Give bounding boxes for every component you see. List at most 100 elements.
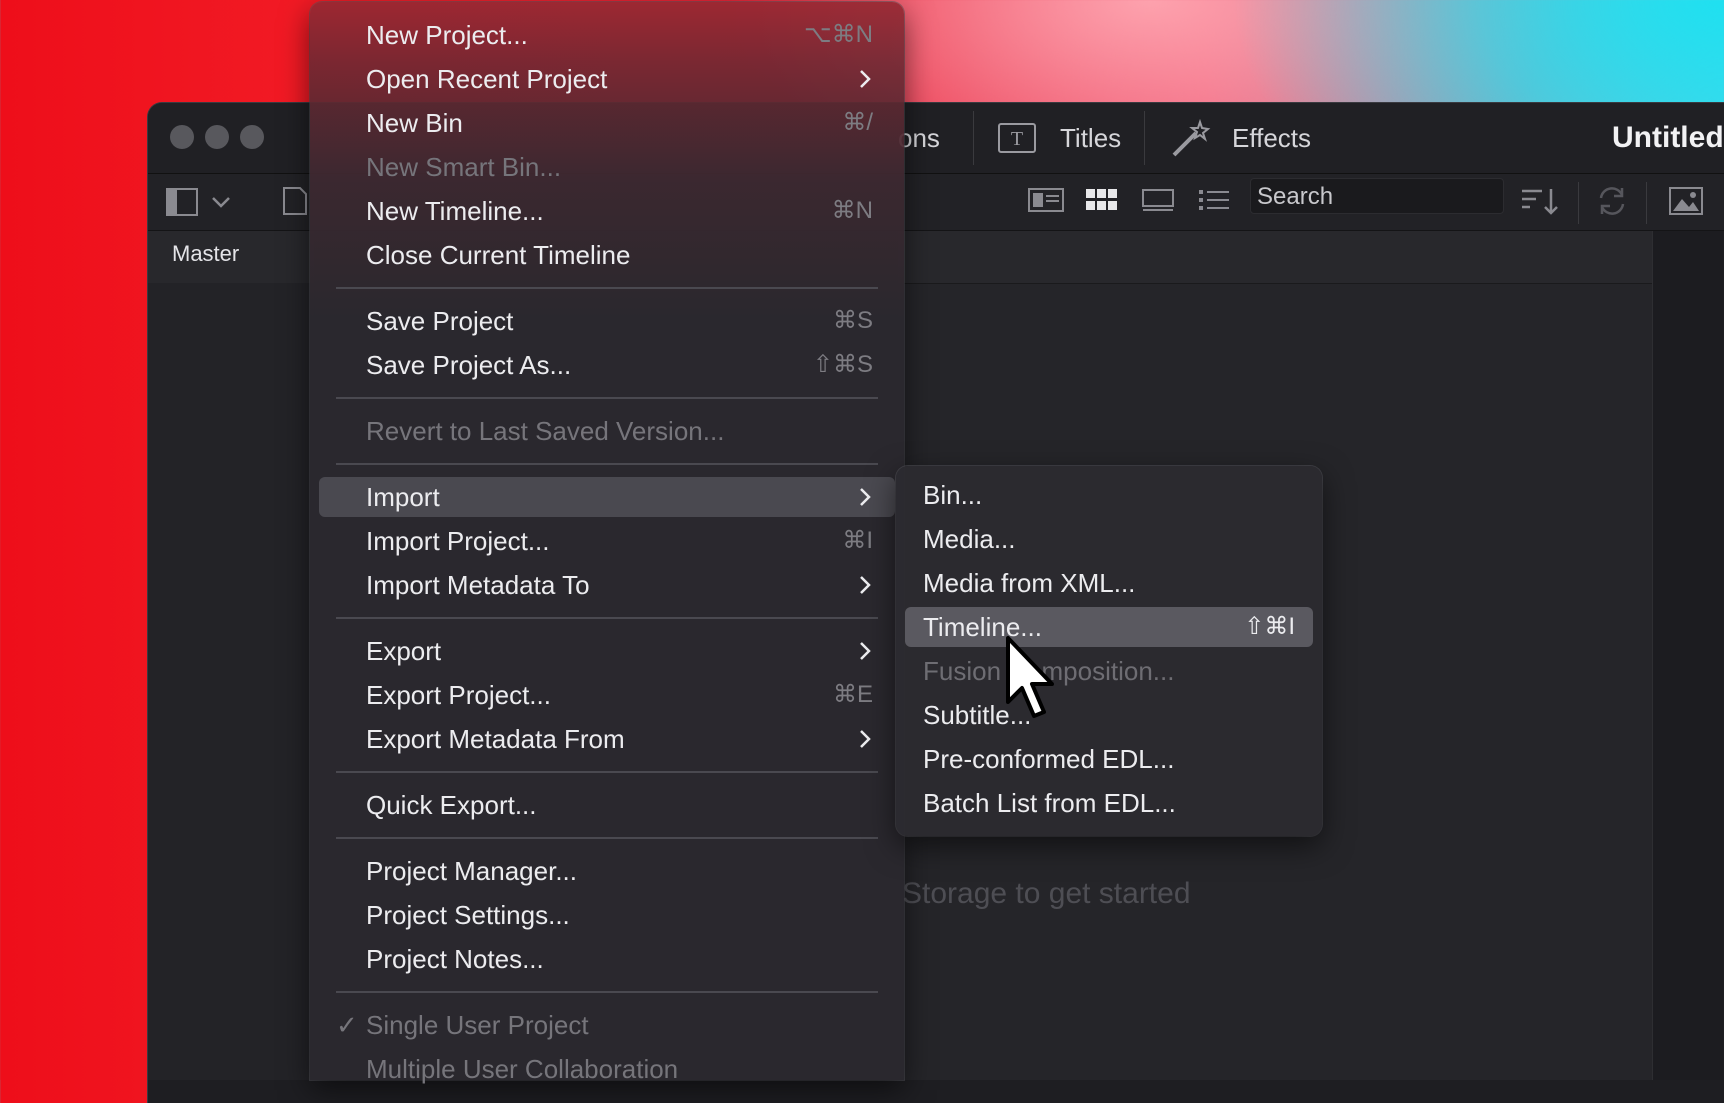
zoom-window-button[interactable] (240, 125, 264, 149)
submenu-item-pre-conformed-edl[interactable]: Pre-conformed EDL... (905, 739, 1313, 779)
menu-item-revert-to-last-saved: Revert to Last Saved Version... (319, 411, 895, 451)
new-bin-icon[interactable] (282, 186, 308, 216)
metadata-view-icon[interactable] (1028, 186, 1064, 214)
shortcut-label: ⌘N (831, 197, 873, 224)
menu-item-label: Export Project... (366, 680, 551, 710)
chevron-right-icon (860, 70, 871, 88)
menu-item-label: New Smart Bin... (366, 152, 562, 182)
menu-item-new-smart-bin: New Smart Bin... (319, 147, 895, 187)
tab-effects[interactable]: Effects (1232, 123, 1311, 154)
list-view-icon[interactable] (1196, 186, 1232, 214)
menu-item-label: Pre-conformed EDL... (923, 744, 1175, 774)
chevron-right-icon (860, 730, 871, 748)
effects-wand-icon[interactable] (1170, 119, 1212, 159)
shortcut-label: ⌘S (832, 307, 873, 334)
menu-item-quick-export[interactable]: Quick Export... (319, 785, 895, 825)
menu-item-save-project[interactable]: Save Project ⌘S (319, 301, 895, 341)
submenu-item-media[interactable]: Media... (905, 519, 1313, 559)
thumbnail-view-icon[interactable] (1084, 186, 1120, 214)
toolbar-divider (973, 111, 974, 165)
submenu-item-bin[interactable]: Bin... (905, 475, 1313, 515)
search-input[interactable]: Search (1250, 178, 1504, 214)
sidebar-toggle-icon[interactable] (166, 188, 198, 216)
menu-item-new-project[interactable]: New Project... ⌥⌘N (319, 15, 895, 55)
tab-transitions[interactable]: ons (898, 123, 940, 154)
bin-list-header: Master (148, 231, 314, 283)
shortcut-label: ⌥⌘N (804, 21, 873, 48)
submenu-item-timeline[interactable]: Timeline... ⇧⌘I (905, 607, 1313, 647)
chevron-right-icon (860, 642, 871, 660)
menu-item-label: Open Recent Project (366, 64, 608, 94)
menu-item-label: Import (366, 482, 440, 512)
shortcut-label: ⌘E (832, 681, 873, 708)
menu-item-label: Multiple User Collaboration (366, 1054, 679, 1084)
toolbar-divider (1578, 182, 1579, 224)
menu-item-label: Quick Export... (366, 790, 537, 820)
sort-icon[interactable] (1520, 184, 1560, 218)
shortcut-label: ⇧⌘S (812, 351, 873, 378)
media-pool-content-header (898, 231, 1652, 284)
menu-item-label: Revert to Last Saved Version... (366, 416, 725, 446)
menu-item-new-timeline[interactable]: New Timeline... ⌘N (319, 191, 895, 231)
bin-list-panel (148, 283, 315, 1080)
menu-item-close-current-timeline[interactable]: Close Current Timeline (319, 235, 895, 275)
svg-text:T: T (1011, 128, 1023, 150)
menu-item-label: Close Current Timeline (366, 240, 631, 270)
menu-item-label: Import Metadata To (366, 570, 590, 600)
image-viewer-icon[interactable] (1668, 186, 1704, 216)
menu-divider (336, 771, 878, 773)
mouse-pointer-icon (1006, 636, 1054, 718)
menu-item-export-metadata-from[interactable]: Export Metadata From (319, 719, 895, 759)
menu-divider (336, 463, 878, 465)
file-menu: New Project... ⌥⌘N Open Recent Project N… (310, 2, 904, 1084)
submenu-item-batch-list-from-edl[interactable]: Batch List from EDL... (905, 783, 1313, 823)
menu-item-label: Bin... (923, 480, 983, 510)
project-title: Untitled (1612, 121, 1724, 154)
tab-titles[interactable]: Titles (1060, 123, 1121, 154)
menu-item-label: New Timeline... (366, 196, 544, 226)
menu-item-single-user-project: ✓ Single User Project (319, 1005, 895, 1045)
import-submenu: Bin... Media... Media from XML... Timeli… (896, 466, 1322, 836)
menu-divider (336, 617, 878, 619)
menu-divider (336, 397, 878, 399)
chevron-right-icon (860, 576, 871, 594)
filmstrip-view-icon[interactable] (1140, 186, 1176, 214)
menu-item-export[interactable]: Export (319, 631, 895, 671)
menu-item-import-metadata-to[interactable]: Import Metadata To (319, 565, 895, 605)
menu-item-project-settings[interactable]: Project Settings... (319, 895, 895, 935)
menu-item-save-project-as[interactable]: Save Project As... ⇧⌘S (319, 345, 895, 385)
menu-item-label: Project Notes... (366, 944, 544, 974)
submenu-item-subtitle[interactable]: Subtitle... (905, 695, 1313, 735)
shortcut-label: ⇧⌘I (1244, 613, 1295, 640)
menu-item-label: Export Metadata From (366, 724, 625, 754)
minimize-window-button[interactable] (205, 125, 229, 149)
menu-divider (336, 837, 878, 839)
menu-divider (336, 991, 878, 993)
menu-item-label: Save Project As... (366, 350, 572, 380)
checkmark-icon: ✓ (336, 1010, 358, 1040)
menu-item-open-recent-project[interactable]: Open Recent Project (319, 59, 895, 99)
menu-divider (336, 287, 878, 289)
chevron-down-icon[interactable] (208, 190, 234, 214)
menu-item-label: Import Project... (366, 526, 550, 556)
toolbar-divider (1646, 182, 1647, 224)
titles-icon[interactable]: T (998, 123, 1036, 153)
menu-item-label: Batch List from EDL... (923, 788, 1176, 818)
menu-item-label: Export (366, 636, 442, 666)
menu-item-new-bin[interactable]: New Bin ⌘/ (319, 103, 895, 143)
menu-item-label: Save Project (366, 306, 514, 336)
menu-item-project-manager[interactable]: Project Manager... (319, 851, 895, 891)
menu-item-label: Project Manager... (366, 856, 577, 886)
submenu-item-media-from-xml[interactable]: Media from XML... (905, 563, 1313, 603)
menu-item-label: New Project... (366, 20, 528, 50)
menu-item-import-project[interactable]: Import Project... ⌘I (319, 521, 895, 561)
menu-item-multiple-user-collaboration: Multiple User Collaboration (319, 1049, 895, 1089)
master-bin-label[interactable]: Master (172, 241, 239, 267)
close-window-button[interactable] (170, 125, 194, 149)
menu-item-label: Single User Project (366, 1010, 589, 1040)
menu-item-export-project[interactable]: Export Project... ⌘E (319, 675, 895, 715)
refresh-icon[interactable] (1594, 186, 1630, 216)
right-panel-strip (1652, 231, 1723, 1080)
menu-item-project-notes[interactable]: Project Notes... (319, 939, 895, 979)
menu-item-import[interactable]: Import (319, 477, 895, 517)
